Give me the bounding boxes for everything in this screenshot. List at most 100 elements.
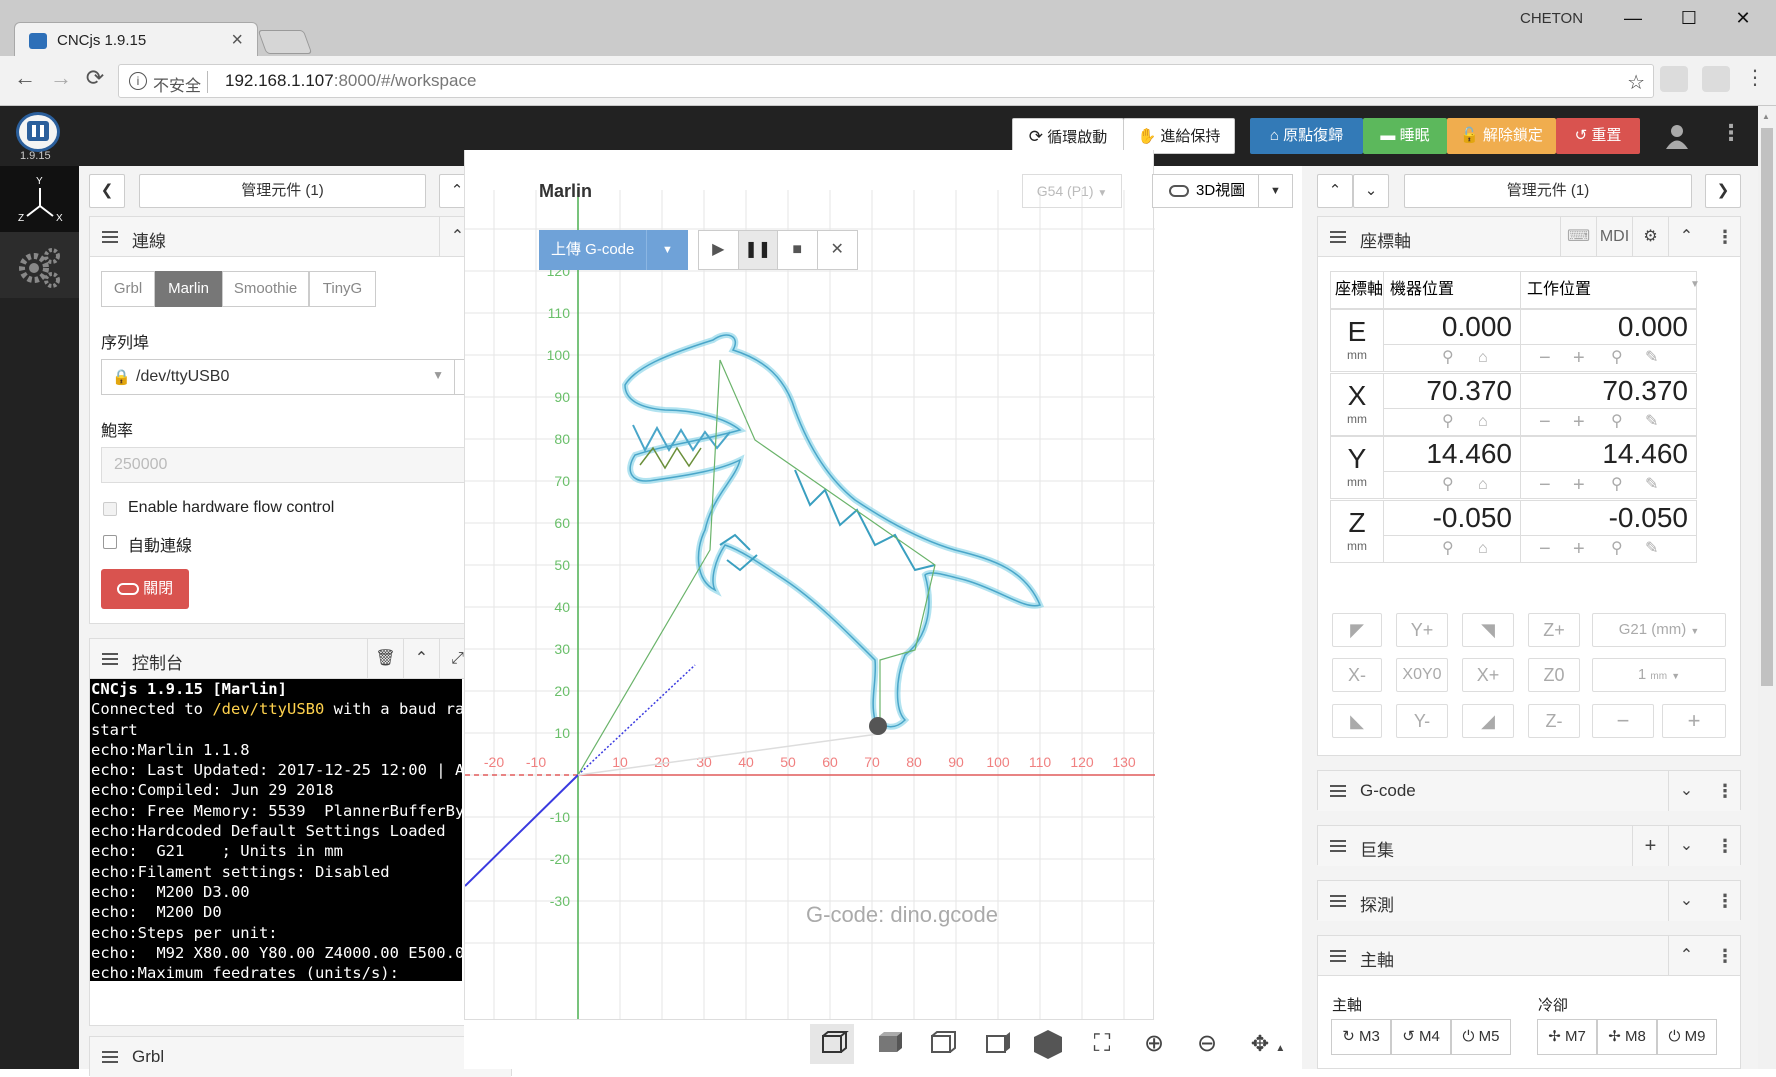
zoom-fit-icon[interactable]: ⛶ — [1080, 1024, 1124, 1064]
jog-xminus-yminus-button[interactable]: ◣ — [1332, 704, 1382, 738]
m9-button[interactable]: ⏻ M9 — [1657, 1019, 1717, 1055]
console-output[interactable]: CNCjs 1.9.15 [Marlin] Connected to /dev/t… — [90, 679, 462, 981]
plus-icon[interactable]: + — [1573, 345, 1585, 371]
url-field[interactable]: i 不安全 192.168.1.107:8000/#/workspace ☆ — [118, 64, 1654, 98]
close-connection-button[interactable]: 關閉 — [101, 569, 189, 609]
m8-button[interactable]: ✢ M8 — [1597, 1019, 1657, 1055]
plus-icon[interactable]: + — [1573, 472, 1585, 498]
home-icon[interactable]: ⌂ — [1478, 472, 1488, 498]
app-menu-icon[interactable]: ⋮ — [1720, 120, 1742, 146]
back-button[interactable]: ← — [10, 65, 40, 91]
reload-button[interactable]: ⟳ — [80, 65, 110, 91]
view-dropdown-button[interactable]: ▼ — [1258, 174, 1293, 208]
cncjs-logo[interactable] — [16, 112, 60, 152]
locate-icon[interactable]: ⚲ — [1442, 472, 1454, 498]
info-icon[interactable]: i — [129, 72, 147, 90]
tab-tinyg[interactable]: TinyG — [309, 271, 376, 307]
m7-button[interactable]: ✢ M7 — [1537, 1019, 1597, 1055]
nav-workspace[interactable]: Y Z X — [0, 166, 79, 232]
probe-menu-icon[interactable]: ⋮ — [1710, 881, 1740, 921]
browser-menu-icon[interactable]: ⋮ — [1740, 65, 1770, 90]
jog-x0y0-button[interactable]: X0Y0 — [1396, 658, 1448, 692]
jog-z0-button[interactable]: Z0 — [1528, 658, 1580, 692]
homing-button[interactable]: ⌂ 原點復歸 — [1250, 118, 1363, 154]
drag-handle-icon[interactable] — [1330, 840, 1346, 852]
locate-icon[interactable]: ⚲ — [1611, 345, 1623, 371]
macro-menu-icon[interactable]: ⋮ — [1710, 826, 1740, 866]
wcs-select[interactable]: G54 (P1) ▼ — [1022, 174, 1122, 208]
work-position[interactable]: 0.000 — [1520, 309, 1697, 345]
locate-icon[interactable]: ⚲ — [1611, 409, 1623, 435]
manage-widgets-left-button[interactable]: 管理元件 (1) — [139, 174, 426, 208]
add-macro-icon[interactable]: + — [1632, 826, 1668, 866]
locate-icon[interactable]: ⚲ — [1442, 409, 1454, 435]
locate-icon[interactable]: ⚲ — [1611, 472, 1623, 498]
scrollbar-thumb[interactable] — [1761, 128, 1773, 686]
jog-zplus-button[interactable]: Z+ — [1528, 613, 1580, 647]
tab-grbl[interactable]: Grbl — [101, 271, 155, 307]
drag-handle-icon[interactable] — [1330, 895, 1346, 907]
extension-icon-2[interactable] — [1702, 66, 1730, 92]
zoom-out-icon[interactable]: ⊖ — [1185, 1024, 1229, 1064]
locate-icon[interactable]: ⚲ — [1442, 536, 1454, 562]
edit-icon[interactable]: ✎ — [1645, 536, 1658, 562]
edit-icon[interactable]: ✎ — [1645, 345, 1658, 371]
spindle-menu-icon[interactable]: ⋮ — [1710, 936, 1740, 976]
m3-button[interactable]: ↻ M3 — [1331, 1019, 1391, 1055]
locate-icon[interactable]: ⚲ — [1611, 536, 1623, 562]
unlock-button[interactable]: 🔓 解除鎖定 — [1447, 118, 1556, 154]
minus-icon[interactable]: − — [1539, 409, 1551, 435]
pause-icon[interactable]: ❚❚ — [738, 231, 778, 269]
view-3d-icon[interactable] — [810, 1024, 854, 1064]
edit-icon[interactable]: ✎ — [1645, 472, 1658, 498]
home-icon[interactable]: ⌂ — [1478, 536, 1488, 562]
upload-gcode-button[interactable]: 上傳 G-code ▼ — [539, 230, 688, 270]
locate-icon[interactable]: ⚲ — [1442, 345, 1454, 371]
home-icon[interactable]: ⌂ — [1478, 345, 1488, 371]
expand-gcode-button[interactable]: ⌄ — [1668, 771, 1704, 811]
collapse-left-button[interactable]: ❮ — [89, 174, 125, 208]
zoom-in-icon[interactable]: ⊕ — [1132, 1024, 1176, 1064]
jog-yminus-button[interactable]: Y- — [1396, 704, 1448, 738]
jog-xplus-yplus-button[interactable]: ◥ — [1462, 613, 1514, 647]
window-close-button[interactable]: ✕ — [1728, 8, 1758, 29]
mdi-button[interactable]: MDI — [1596, 217, 1632, 257]
baud-select[interactable]: 250000 ▼ — [101, 447, 503, 483]
clear-console-button[interactable]: 🗑 — [367, 639, 403, 679]
page-scrollbar[interactable]: ▲ — [1758, 106, 1776, 1069]
expand-probe-button[interactable]: ⌄ — [1668, 881, 1704, 921]
minus-icon[interactable]: − — [1539, 472, 1551, 498]
drag-handle-icon[interactable] — [102, 1051, 118, 1063]
nav-settings[interactable] — [0, 232, 79, 298]
plus-icon[interactable]: + — [1573, 536, 1585, 562]
visualizer[interactable]: -20 -10 10 20 30 40 50 60 70 80 90 100 110 120 130 120 1… — [451, 150, 1167, 1069]
collapse-spindle-button[interactable]: ⌃ — [1668, 936, 1704, 976]
tab-smoothie[interactable]: Smoothie — [222, 271, 309, 307]
collapse-right-button[interactable]: ❯ — [1705, 174, 1741, 208]
close-icon[interactable]: ✕ — [818, 231, 857, 269]
minus-icon[interactable]: − — [1539, 345, 1551, 371]
edit-icon[interactable]: ✎ — [1645, 409, 1658, 435]
scroll-up-right-button[interactable]: ⌃ — [1317, 174, 1353, 208]
profile-name[interactable]: CHETON — [1520, 10, 1583, 27]
gear-icon[interactable]: ⚙ — [1632, 217, 1668, 257]
work-position[interactable]: 14.460 — [1520, 436, 1697, 472]
axes-menu-icon[interactable]: ⋮ — [1710, 217, 1740, 257]
collapse-console-button[interactable]: ⌃ — [403, 639, 439, 679]
view-front-icon[interactable] — [919, 1024, 963, 1064]
user-icon[interactable] — [1664, 122, 1690, 150]
m5-button[interactable]: ⏻ M5 — [1451, 1019, 1511, 1055]
minimize-button[interactable]: — — [1618, 8, 1648, 29]
step-select[interactable]: 1 mm ▼ — [1592, 658, 1726, 692]
drag-handle-icon[interactable] — [102, 653, 118, 665]
jog-xminus-yplus-button[interactable]: ◤ — [1332, 613, 1382, 647]
forward-button[interactable]: → — [46, 65, 76, 91]
jog-xplus-yminus-button[interactable]: ◢ — [1462, 704, 1514, 738]
new-tab-button[interactable] — [257, 30, 313, 54]
step-increase-button[interactable]: + — [1662, 704, 1726, 738]
step-decrease-button[interactable]: − — [1592, 704, 1654, 738]
m4-button[interactable]: ↺ M4 — [1391, 1019, 1451, 1055]
drag-handle-icon[interactable] — [1330, 231, 1346, 243]
view-right-icon[interactable] — [974, 1024, 1018, 1064]
hw-flow-checkbox[interactable] — [103, 502, 117, 516]
